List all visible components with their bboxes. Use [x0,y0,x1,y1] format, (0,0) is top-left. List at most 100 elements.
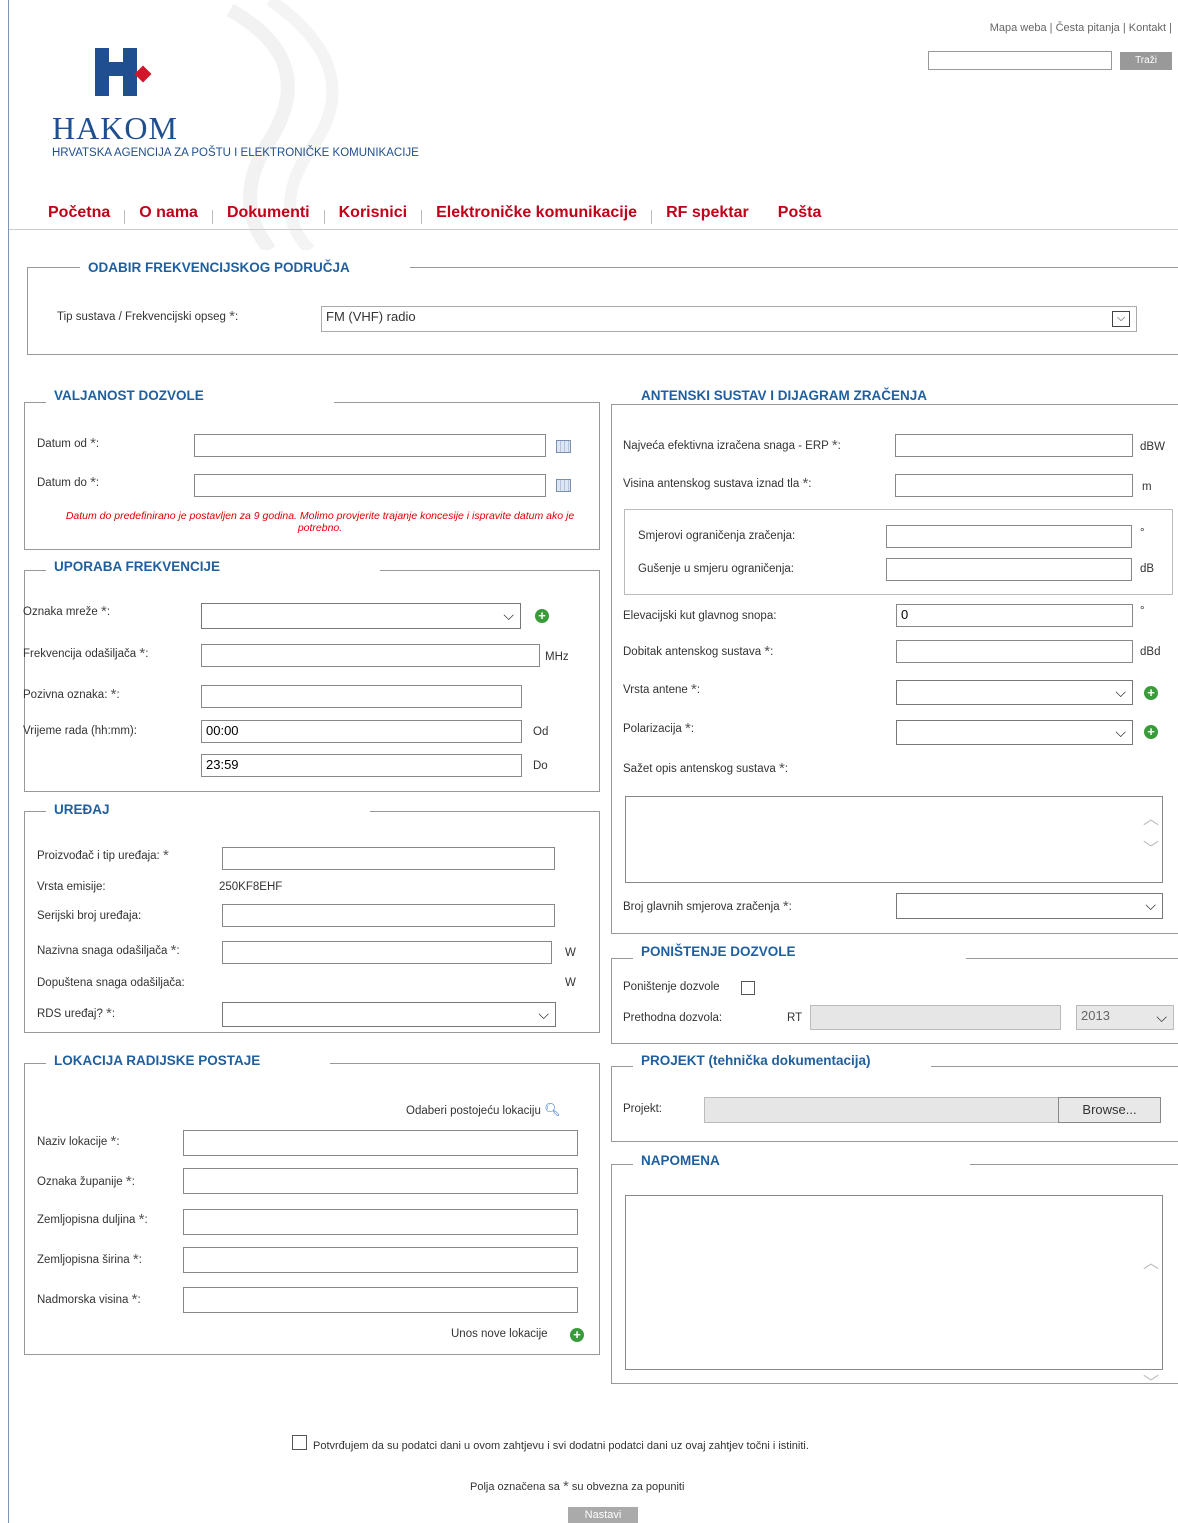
link-new-location[interactable]: Unos nove lokacije [451,1328,548,1340]
unit-m: m [1142,481,1152,493]
label-rt: RT [787,1012,803,1024]
county-input[interactable] [183,1168,578,1194]
height-input[interactable] [895,474,1133,497]
nav-dokumenti[interactable]: Dokumenti [227,204,310,224]
label-county: Oznaka županije *: [37,1173,135,1190]
search-button[interactable]: Traži [1120,52,1172,70]
gain-input[interactable] [896,640,1133,663]
label-to: Do [533,760,548,772]
attenuation-input[interactable] [886,558,1132,581]
year-value: 2013 [1081,1008,1110,1023]
brand-subtitle: HRVATSKA AGENCIJA ZA POŠTU I ELEKTRONIČK… [52,147,419,159]
time-to-input[interactable]: 23:59 [201,754,522,777]
search-input[interactable] [928,51,1112,70]
power-input[interactable] [222,941,552,964]
label-longitude: Zemljopisna duljina *: [37,1211,148,1228]
legend-validity: VALJANOST DOZVOLE [46,388,334,403]
chevron-down-icon: ⌵ [538,1006,549,1022]
legend-frequency-range: ODABIR FREKVENCIJSKOG PODRUČJA [80,260,410,275]
main-nav: Početna O nama Dokumenti Korisnici Elekt… [48,204,821,224]
legend-cancel: PONIŠTENJE DOZVOLE [633,944,966,959]
browse-button[interactable]: Browse... [1058,1097,1161,1123]
frequency-input[interactable] [201,644,540,667]
erp-input[interactable] [895,434,1133,457]
nav-elektronicke[interactable]: Elektroničke komunikacije [436,204,637,224]
label-frequency: Frekvencija odašiljača *: [23,645,149,662]
chevron-down-icon: ⌵ [1156,1009,1167,1025]
label-manufacturer: Proizvođač i tip uređaja: * [37,847,169,864]
antenna-description-textarea[interactable]: ︿ ﹀ [625,796,1163,883]
callsign-input[interactable] [201,685,522,708]
label-date-to: Datum do *: [37,474,100,491]
location-name-input[interactable] [183,1130,578,1156]
chevron-down-icon: ⌵ [1112,311,1130,327]
system-type-select[interactable]: FM (VHF) radio ⌵ [321,306,1137,332]
scrollbar[interactable]: ︿ ﹀ [1142,1204,1160,1444]
date-to-input[interactable] [194,474,546,497]
link-contact[interactable]: Kontakt [1129,22,1166,34]
scrollbar[interactable]: ︿ ﹀ [1142,805,1160,865]
legend-location: LOKACIJA RADIJSKE POSTAJE [46,1053,331,1068]
chevron-down-icon: ⌵ [1115,684,1126,700]
nav-o-nama[interactable]: O nama [139,204,198,224]
label-allowed-power: Dopuštena snaga odašiljača: [37,977,185,989]
label-height: Visina antenskog sustava iznad tla *: [623,475,812,492]
label-serial: Serijski broj uređaja: [37,910,142,922]
next-button[interactable]: Nastavi [568,1507,638,1523]
date-from-input[interactable] [194,434,546,457]
brand-name: HAKOM [52,110,178,146]
rds-select[interactable]: ⌵ [222,1002,556,1027]
previous-permit-input[interactable] [810,1005,1061,1030]
label-erp: Najveća efektivna izračena snaga - ERP *… [623,437,841,454]
unit-mhz: MHz [545,651,569,663]
nav-pocetna[interactable]: Početna [48,204,110,224]
link-faq[interactable]: Česta pitanja [1056,22,1120,34]
link-sitemap[interactable]: Mapa weba [990,22,1047,34]
antenna-type-select[interactable]: ⌵ [896,680,1133,705]
add-antenna-type-icon[interactable]: + [1144,686,1158,700]
date-note: Datum do predefinirano je postavljen za … [65,510,575,534]
chevron-down-icon: ⌵ [1115,724,1126,740]
label-system-type: Tip sustava / Frekvencijski opseg *: [57,308,239,325]
longitude-input[interactable] [183,1209,578,1235]
serial-input[interactable] [222,904,555,927]
add-network-icon[interactable]: + [535,609,549,623]
nav-posta[interactable]: Pošta [778,204,822,224]
nav-korisnici[interactable]: Korisnici [339,204,407,224]
cancel-permit-checkbox[interactable] [741,981,755,995]
time-from-input[interactable]: 00:00 [201,720,522,743]
label-elevation: Elevacijski kut glavnog snopa: [623,610,777,622]
unit-dbw: dBW [1140,441,1165,453]
unit-w: W [565,977,576,989]
altitude-input[interactable] [183,1287,578,1313]
polarization-select[interactable]: ⌵ [896,720,1133,745]
elevation-input[interactable]: 0 [896,604,1133,627]
label-callsign: Pozivna oznaka: *: [23,686,120,703]
project-file-input[interactable] [704,1097,1059,1123]
label-direction-count: Broj glavnih smjerova zračenja *: [623,898,792,915]
label-altitude: Nadmorska visina *: [37,1291,141,1308]
add-polarization-icon[interactable]: + [1144,725,1158,739]
restriction-directions-input[interactable] [886,525,1132,548]
year-select[interactable]: 2013 ⌵ [1076,1005,1174,1030]
nav-rf-spektar[interactable]: RF spektar [666,204,749,224]
unit-db: dB [1140,563,1155,575]
note-textarea[interactable]: ︿ ﹀ [625,1195,1163,1392]
add-location-icon[interactable]: + [570,1328,584,1342]
label-date-from: Datum od *: [37,435,100,452]
link-choose-location[interactable]: Odaberi postojeću lokaciju 🔍︎ [406,1102,561,1118]
calendar-icon[interactable] [556,440,571,453]
confirm-checkbox[interactable] [292,1435,307,1450]
manufacturer-input[interactable] [222,847,555,870]
label-operating-time: Vrijeme rada (hh:mm): [23,725,137,737]
label-latitude: Zemljopisna širina *: [37,1251,142,1268]
latitude-input[interactable] [183,1247,578,1273]
label-polarization: Polarizacija *: [623,720,695,737]
network-select[interactable]: ⌵ [201,603,521,629]
legend-note: NAPOMENA [633,1153,970,1168]
direction-count-select[interactable]: ⌵ [896,893,1163,919]
label-antenna-description: Sažet opis antenskog sustava *: [623,760,789,777]
calendar-icon[interactable] [556,479,571,492]
unit-degree: ° [1140,527,1145,539]
nav-divider [9,229,1178,230]
